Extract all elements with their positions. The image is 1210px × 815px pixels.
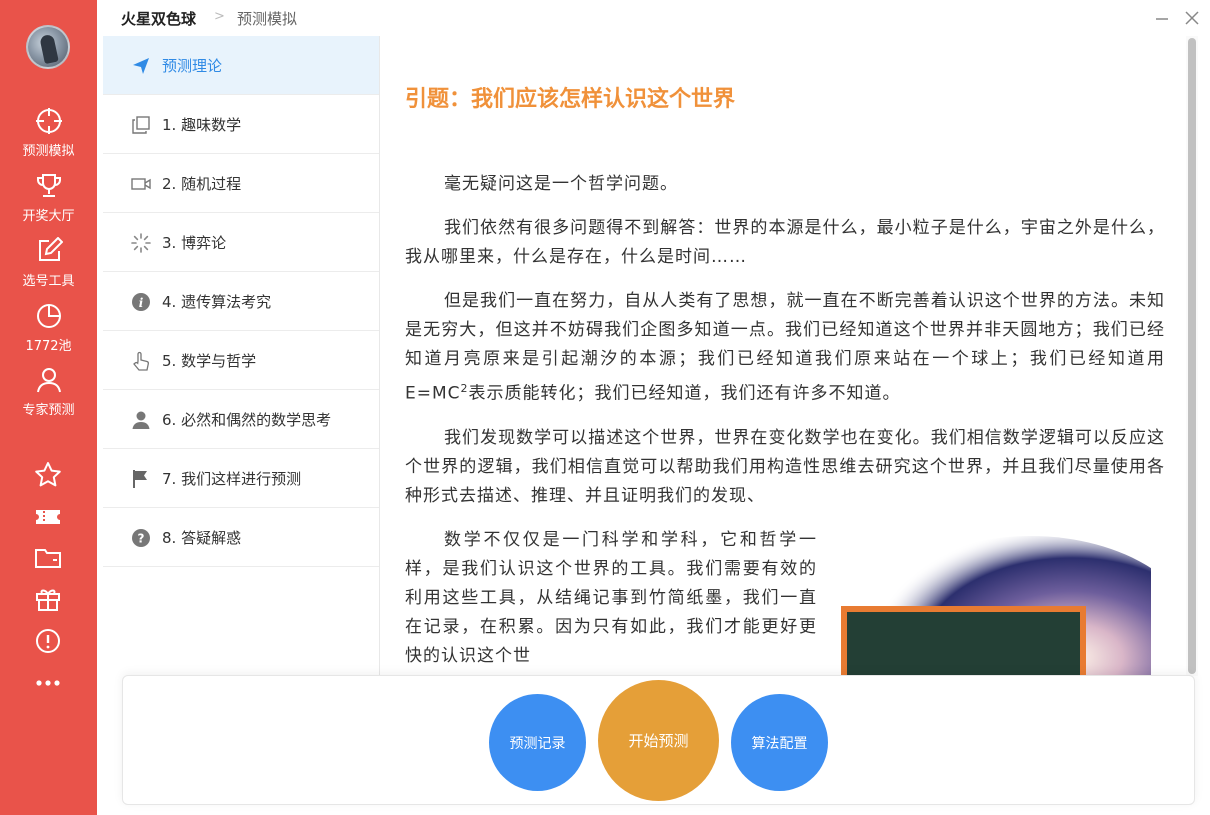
- menu-item-math-philosophy[interactable]: 5. 数学与哲学: [103, 331, 379, 390]
- algorithm-config-button[interactable]: 算法配置: [731, 694, 828, 791]
- gift-icon[interactable]: [33, 584, 63, 614]
- menu-item-necessity-chance[interactable]: 6. 必然和偶然的数学思考: [103, 390, 379, 449]
- paragraph-text: 表示质能转化；我们已经知道，我们还有许多不知道。: [468, 383, 901, 404]
- prediction-record-button[interactable]: 预测记录: [489, 694, 586, 791]
- start-prediction-button[interactable]: 开始预测: [598, 680, 719, 801]
- avatar[interactable]: [26, 25, 70, 69]
- superscript: 2: [460, 382, 469, 395]
- side-rail: 预测模拟 开奖大厅 选号工具 1772池 专家预测: [0, 0, 97, 815]
- menu-item-label: 7. 我们这样进行预测: [162, 470, 302, 488]
- paragraph: 毫无疑问这是一个哲学问题。: [444, 174, 678, 194]
- rail-item-picker-tool[interactable]: 选号工具: [0, 237, 97, 289]
- scrollbar[interactable]: [1186, 36, 1198, 676]
- galaxy-blackboard-illustration: [841, 536, 1151, 676]
- more-icon[interactable]: [33, 668, 63, 698]
- folder-icon[interactable]: [33, 543, 63, 573]
- rail-label: 1772池: [25, 339, 72, 354]
- menu-item-label: 2. 随机过程: [162, 175, 242, 193]
- app-title: 火星双色球: [121, 10, 197, 28]
- star-icon[interactable]: [33, 460, 63, 490]
- loading-icon: [131, 233, 151, 253]
- video-icon: [131, 178, 151, 190]
- menu-item-theory[interactable]: 预测理论: [103, 36, 379, 95]
- paragraph: 我们依然有很多问题得不到解答：世界的本源是什么，最小粒子是什么，宇宙之外是什么，…: [405, 218, 1165, 267]
- breadcrumb-separator: >: [214, 9, 225, 24]
- rail-item-expert[interactable]: 专家预测: [0, 366, 97, 418]
- pie-chart-icon: [36, 304, 61, 328]
- menu-item-faq[interactable]: ? 8. 答疑解惑: [103, 508, 379, 567]
- user-icon: [36, 368, 61, 393]
- article-pane[interactable]: 引题：我们应该怎样认识这个世界 毫无疑问这是一个哲学问题。 我们依然有很多问题得…: [381, 36, 1198, 676]
- close-icon[interactable]: [1180, 6, 1204, 30]
- menu-item-label: 1. 趣味数学: [162, 116, 242, 134]
- breadcrumb-current: 预测模拟: [237, 10, 298, 28]
- paragraph: 但是我们一直在努力，自从人类有了思想，就一直在不断完善着认识这个世界的方法。未知…: [405, 287, 1165, 409]
- info-icon: i: [132, 293, 150, 311]
- copy-icon: [132, 116, 150, 134]
- paragraph: 数学不仅仅是一门科学和学科，它和哲学一样，是我们认识这个世界的工具。我们需要有效…: [405, 529, 817, 666]
- ticket-icon[interactable]: [33, 502, 63, 532]
- menu-item-label: 5. 数学与哲学: [162, 352, 257, 370]
- pointer-hand-icon: [133, 351, 149, 371]
- flag-icon: [133, 470, 147, 488]
- edit-icon: [38, 237, 63, 261]
- minimize-icon[interactable]: [1150, 6, 1174, 30]
- rail-item-draw-hall[interactable]: 开奖大厅: [0, 172, 97, 224]
- menu-item-how-we-predict[interactable]: 7. 我们这样进行预测: [103, 449, 379, 508]
- rail-item-predict[interactable]: 预测模拟: [0, 107, 97, 159]
- question-icon: ?: [132, 529, 150, 547]
- title-bar: 火星双色球 > 预测模拟: [97, 0, 1210, 36]
- menu-item-label: 预测理论: [162, 57, 223, 75]
- rail-label: 开奖大厅: [22, 209, 75, 224]
- menu-item-label: 4. 遗传算法考究: [162, 293, 272, 311]
- article-title: 引题：我们应该怎样认识这个世界: [405, 87, 736, 112]
- send-icon: [133, 58, 149, 74]
- person-icon: [132, 411, 150, 429]
- menu-item-random-process[interactable]: 2. 随机过程: [103, 154, 379, 213]
- menu-item-fun-math[interactable]: 1. 趣味数学: [103, 95, 379, 154]
- svg-text:i: i: [139, 296, 144, 310]
- menu-item-game-theory[interactable]: 3. 博弈论: [103, 213, 379, 272]
- svg-text:?: ?: [138, 532, 145, 546]
- menu-item-label: 3. 博弈论: [162, 234, 227, 252]
- trophy-icon: [36, 174, 61, 197]
- alert-circle-icon[interactable]: [33, 626, 63, 656]
- crosshair-icon: [35, 108, 62, 134]
- rail-label: 预测模拟: [22, 144, 75, 159]
- paragraph: 我们发现数学可以描述这个世界，世界在变化数学也在变化。我们相信数学逻辑可以反应这…: [405, 427, 1165, 506]
- rail-label: 选号工具: [22, 274, 75, 289]
- chapter-menu: 预测理论 1. 趣味数学 2. 随机过程 3. 博弈论 i 4. 遗传算法考究 …: [103, 36, 380, 676]
- scrollbar-thumb[interactable]: [1188, 38, 1196, 674]
- rail-label: 专家预测: [22, 403, 75, 418]
- menu-item-genetic-algorithm[interactable]: i 4. 遗传算法考究: [103, 272, 379, 331]
- menu-item-label: 8. 答疑解惑: [162, 529, 242, 547]
- rail-item-pool[interactable]: 1772池: [0, 302, 97, 354]
- menu-item-label: 6. 必然和偶然的数学思考: [162, 411, 332, 429]
- action-panel: 预测记录 开始预测 算法配置: [122, 675, 1195, 805]
